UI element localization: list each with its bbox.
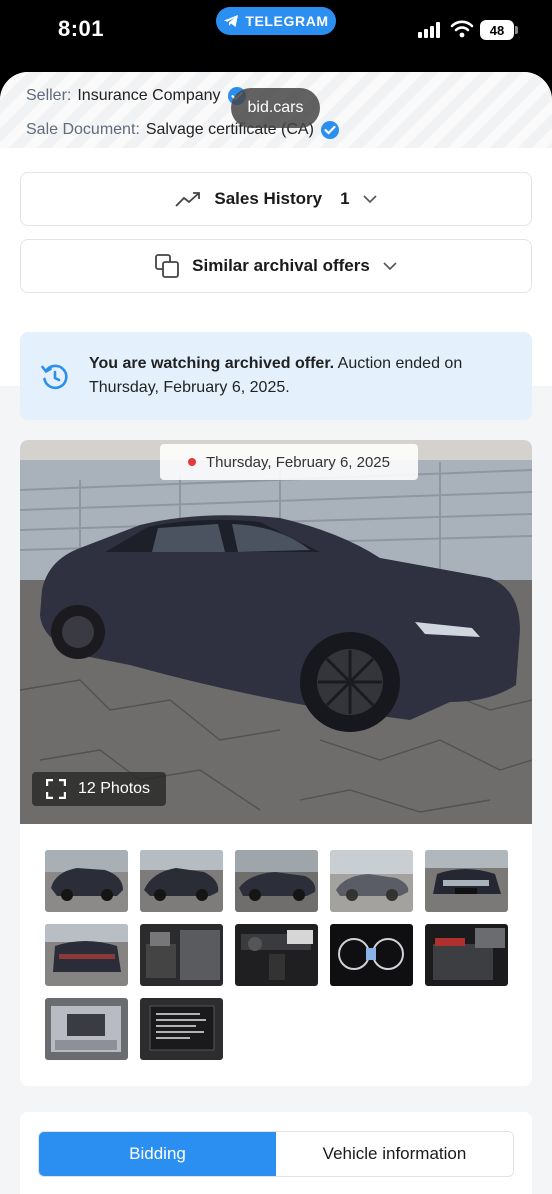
photo-gallery: Thursday, February 6, 2025 12 Photos: [20, 440, 532, 1086]
chevron-down-icon: [363, 195, 377, 204]
photos-count-button[interactable]: 12 Photos: [32, 772, 166, 806]
thumbnail[interactable]: [45, 998, 128, 1060]
details-tabs: Bidding Vehicle information: [38, 1131, 514, 1177]
similar-offers-label: Similar archival offers: [192, 256, 370, 275]
telegram-icon: [224, 15, 239, 27]
main-vehicle-photo[interactable]: [20, 440, 532, 824]
seller-info: Seller: Insurance Company Sale Document:…: [0, 72, 552, 148]
thumbnail[interactable]: [235, 924, 318, 986]
auction-date-chip: Thursday, February 6, 2025: [160, 444, 418, 480]
notice-bold: You are watching archived offer.: [89, 355, 335, 372]
status-dot: [188, 458, 196, 466]
thumbnail[interactable]: [45, 924, 128, 986]
status-time: 8:01: [58, 16, 105, 41]
tab-bidding[interactable]: Bidding: [39, 1132, 276, 1176]
copy-icon: [155, 254, 180, 278]
seller-row: Seller: Insurance Company: [26, 86, 247, 106]
battery-indicator: 48: [480, 20, 518, 40]
tab-vehicle-information[interactable]: Vehicle information: [276, 1132, 513, 1176]
history-icon: [41, 364, 68, 390]
telegram-label: TELEGRAM: [245, 13, 329, 29]
thumbnail[interactable]: [140, 850, 223, 912]
battery-level: 48: [480, 20, 514, 40]
thumbnail[interactable]: [330, 850, 413, 912]
sales-history-toggle[interactable]: Sales History 1: [20, 172, 532, 226]
archived-notice: You are watching archived offer. Auction…: [20, 332, 532, 420]
domain-tooltip: bid.cars: [231, 88, 320, 128]
thumbnail[interactable]: [330, 924, 413, 986]
status-bar: 8:01 TELEGRAM 48: [0, 0, 552, 66]
sales-history-label: Sales History: [214, 189, 323, 208]
details-tabs-card: Bidding Vehicle information: [20, 1112, 532, 1194]
seller-label: Seller:: [26, 87, 72, 104]
thumbnail[interactable]: [140, 924, 223, 986]
seller-value: Insurance Company: [77, 87, 221, 104]
photos-count-label: 12 Photos: [78, 780, 151, 797]
fullscreen-icon: [46, 779, 66, 799]
notice-text: You are watching archived offer. Auction…: [89, 352, 509, 400]
thumbnail[interactable]: [140, 998, 223, 1060]
thumbnail[interactable]: [425, 924, 508, 986]
auction-date: Thursday, February 6, 2025: [206, 453, 390, 471]
sale-document-label: Sale Document:: [26, 121, 140, 138]
app-sheet: Seller: Insurance Company Sale Document:…: [0, 72, 552, 1194]
thumbnail[interactable]: [45, 850, 128, 912]
trending-up-icon: [175, 192, 201, 207]
sales-history-count: 1: [340, 189, 350, 208]
thumbnail[interactable]: [235, 850, 318, 912]
battery-tip: [515, 26, 518, 34]
telegram-return-pill[interactable]: TELEGRAM: [216, 7, 336, 35]
chevron-down-icon: [383, 262, 397, 271]
thumbnail[interactable]: [425, 850, 508, 912]
similar-offers-toggle[interactable]: Similar archival offers: [20, 239, 532, 293]
verified-badge-icon: [320, 121, 339, 139]
cellular-signal-icon: [418, 22, 440, 38]
wifi-icon: [450, 20, 474, 38]
